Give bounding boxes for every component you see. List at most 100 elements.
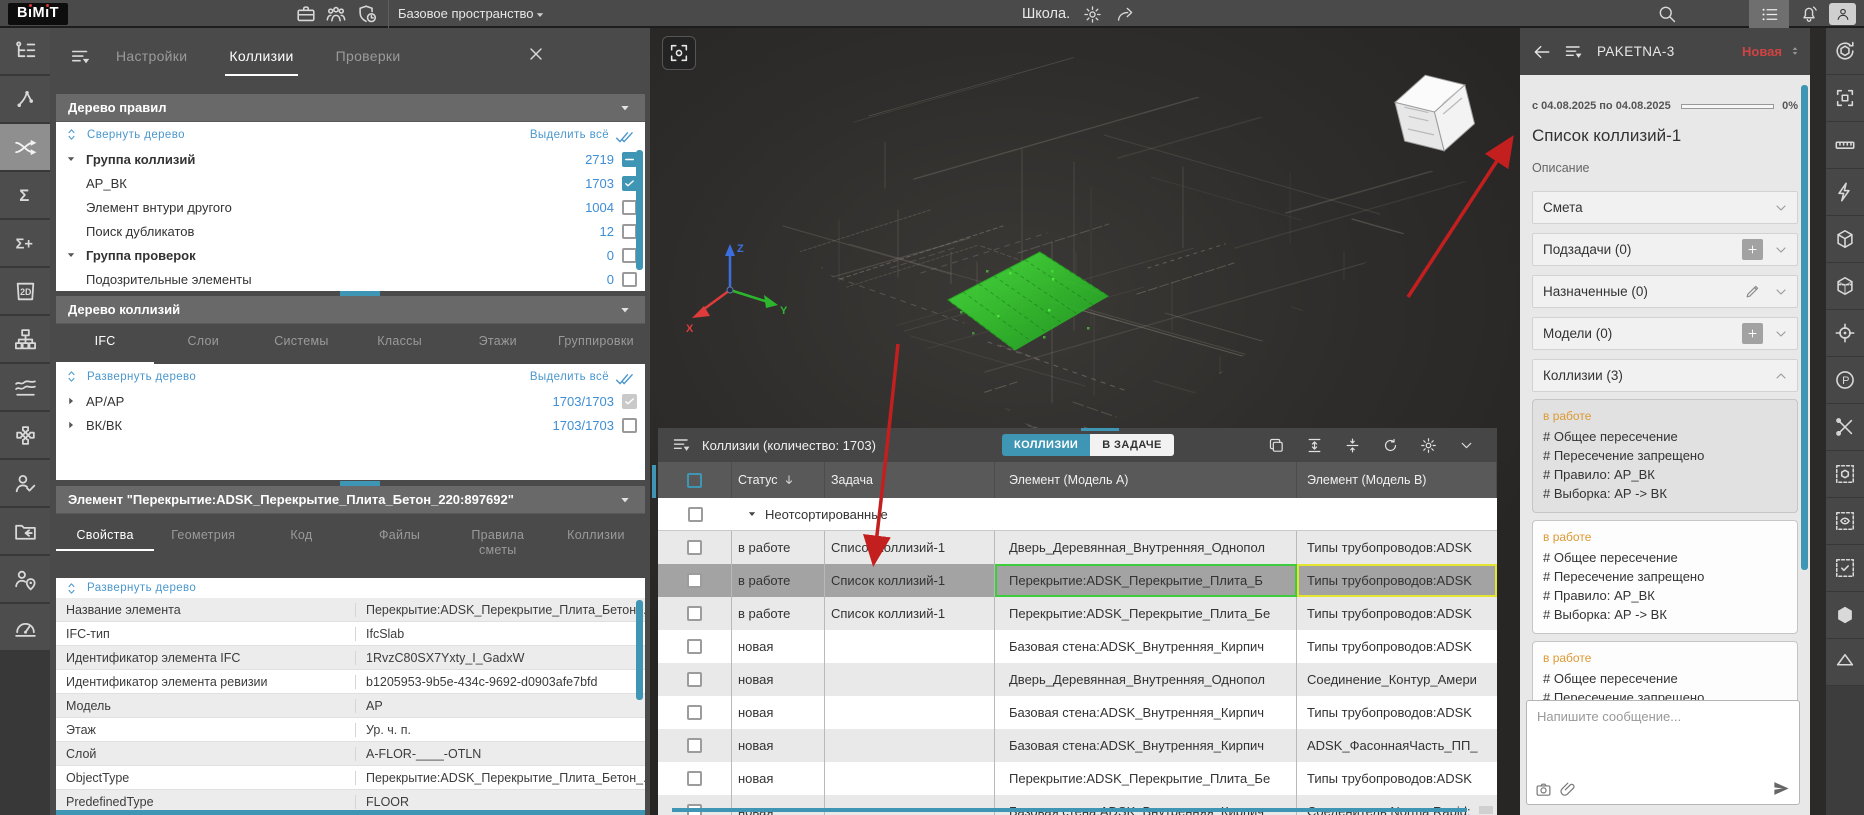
table-row[interactable]: новаяБазовая стена:ADSK_Внутренняя_Кирпи… [658, 696, 1497, 729]
folder-export-button[interactable] [0, 508, 50, 556]
attach-file-icon[interactable] [1560, 781, 1577, 798]
chevron-down-icon[interactable] [1773, 284, 1789, 300]
tree-row-checkbox[interactable] [622, 272, 637, 287]
status-sort-icon[interactable] [1788, 44, 1802, 58]
plugins-button[interactable] [0, 412, 50, 460]
section-splitter[interactable] [340, 481, 380, 486]
panel-tab-settings[interactable]: Настройки [112, 40, 191, 76]
table-row[interactable]: новаяБазовая стена:ADSK_Внутренняя_Кирпи… [658, 630, 1497, 663]
shield-clock-icon[interactable] [356, 3, 378, 25]
plan-button[interactable]: P [1826, 357, 1864, 404]
collision-tree-header[interactable]: Дерево коллизий [56, 296, 645, 324]
row-checkbox[interactable] [687, 573, 702, 588]
collision-card[interactable]: в работе# Общее пересечение# Пересечение… [1532, 520, 1798, 634]
element-tab-files[interactable]: Файлы [351, 516, 449, 551]
property-row[interactable]: МодельАР [56, 694, 645, 718]
tree-caret-icon[interactable] [64, 418, 78, 432]
rules-tree-row[interactable]: Группа коллизий2719 [56, 147, 645, 171]
rules-tree-row[interactable]: Подозрительные элементы0 [56, 267, 645, 291]
table-row[interactable]: новаяБазовая стена:ADSK_Внутренняя_Кирпи… [658, 729, 1497, 762]
chevron-down-icon[interactable] [1773, 200, 1789, 216]
group-collapse-icon[interactable] [745, 507, 759, 521]
tree-caret-icon[interactable] [64, 152, 78, 166]
rules-tree-scrollbar[interactable] [636, 150, 643, 270]
select-all-checkbox[interactable] [687, 473, 702, 488]
task-description-label[interactable]: Описание [1532, 161, 1798, 175]
table-menu-icon[interactable] [672, 435, 692, 455]
share-icon[interactable] [1115, 5, 1134, 24]
tree-row-checkbox[interactable] [622, 152, 637, 167]
table-row[interactable]: в работеСписок коллизий-1Дверь_Деревянна… [658, 531, 1497, 564]
collapse-section-icon[interactable] [617, 100, 633, 116]
row-checkbox[interactable] [687, 771, 702, 786]
table-horizontal-scrollbar[interactable] [672, 808, 1467, 812]
tree-row-checkbox[interactable] [622, 200, 637, 215]
hide-button[interactable] [1826, 498, 1864, 545]
list-view-button[interactable] [1749, 0, 1789, 28]
row-checkbox[interactable] [687, 672, 702, 687]
task-section[interactable]: Подзадачи (0) [1532, 233, 1798, 266]
column-header-status[interactable]: Статус [732, 462, 825, 498]
row-checkbox[interactable] [687, 639, 702, 654]
tree-row-checkbox[interactable] [622, 418, 637, 433]
property-row[interactable]: Идентификатор элемента ревизииb1205953-9… [56, 670, 645, 694]
row-checkbox[interactable] [688, 507, 703, 522]
collapse-tree-link[interactable]: Свернуть дерево [87, 129, 185, 141]
orbit-button[interactable] [1826, 28, 1864, 75]
element-tab-estimate-rules[interactable]: Правила сметы [449, 516, 547, 566]
team-icon[interactable] [325, 3, 347, 25]
task-section[interactable]: Модели (0) [1532, 317, 1798, 350]
message-input[interactable]: Напишите сообщение... [1526, 700, 1800, 805]
chevron-down-icon[interactable] [1773, 326, 1789, 342]
select-all-icon[interactable] [615, 369, 635, 385]
collision-tree-tab-floors[interactable]: Этажи [449, 324, 547, 364]
element-tab-geometry[interactable]: Геометрия [154, 516, 252, 551]
locate-button[interactable] [1826, 310, 1864, 357]
isolate-button[interactable] [1826, 451, 1864, 498]
shaded-view-button[interactable] [1826, 592, 1864, 639]
property-row[interactable]: ObjectTypeПерекрытие:ADSK_Перекрытие_Пли… [56, 766, 645, 790]
expand-tree-link[interactable]: Развернуть дерево [87, 371, 196, 383]
viewpoint-capture-button[interactable] [662, 36, 696, 70]
rules-tree-row[interactable]: Поиск дубликатов12 [56, 219, 645, 243]
tree-row-checkbox[interactable] [622, 176, 637, 191]
row-checkbox[interactable] [687, 540, 702, 555]
table-row[interactable]: новаяБазовая стена:ADSK_Внутренняя_Кирпи… [658, 795, 1497, 815]
notifications-icon[interactable] [1799, 4, 1819, 24]
collisions-button[interactable] [0, 124, 50, 172]
collapse-rows-icon[interactable] [1344, 437, 1361, 454]
table-mode-in-task-button[interactable]: В ЗАДАЧЕ [1090, 434, 1173, 456]
expand-tree-icon[interactable] [64, 581, 79, 596]
element-tab-collisions[interactable]: Коллизии [547, 516, 645, 551]
table-row[interactable]: новаяДверь_Деревянная_Внутренняя_Однопол… [658, 663, 1497, 696]
table-row[interactable]: в работеСписок коллизий-1Перекрытие:ADSK… [658, 564, 1497, 597]
panel-tab-collisions[interactable]: Коллизии [225, 40, 297, 76]
table-mode-collisions-button[interactable]: КОЛЛИЗИИ [1002, 434, 1090, 456]
column-header-element-a[interactable]: Элемент (Модель A) [995, 462, 1297, 498]
property-row[interactable]: Идентификатор элемента IFC1RvzC80SX7Yxty… [56, 646, 645, 670]
column-header-element-b[interactable]: Элемент (Модель B) [1297, 462, 1497, 498]
row-checkbox[interactable] [687, 738, 702, 753]
send-message-icon[interactable] [1772, 779, 1791, 798]
table-row[interactable]: в работеСписок коллизий-1Перекрытие:ADSK… [658, 597, 1497, 630]
chevron-down-icon[interactable] [1773, 242, 1789, 258]
refresh-icon[interactable] [1382, 437, 1399, 454]
chevron-down-icon[interactable] [1458, 437, 1475, 454]
collapse-tree-icon[interactable] [64, 127, 79, 142]
charts-button[interactable] [0, 364, 50, 412]
project-settings-icon[interactable] [1083, 5, 1102, 24]
property-row[interactable]: ЭтажУр. ч. п. [56, 718, 645, 742]
panel-menu-icon[interactable] [70, 46, 92, 68]
collision-tree-tab-layers[interactable]: Слои [154, 324, 252, 364]
copy-icon[interactable] [1268, 437, 1285, 454]
workspace-caret-icon[interactable] [533, 8, 547, 22]
cut-button[interactable] [1826, 404, 1864, 451]
screenshot-button[interactable] [1826, 75, 1864, 122]
sum-button[interactable]: Σ [0, 172, 50, 220]
properties-bottom-scrollbar[interactable] [56, 810, 645, 815]
box-button[interactable] [1826, 216, 1864, 263]
table-left-scrollbar[interactable] [652, 465, 656, 498]
collision-tree-tab-groups[interactable]: Группировки [547, 324, 645, 364]
collapse-section-icon[interactable] [617, 302, 633, 318]
tree-row-checkbox[interactable] [622, 224, 637, 239]
